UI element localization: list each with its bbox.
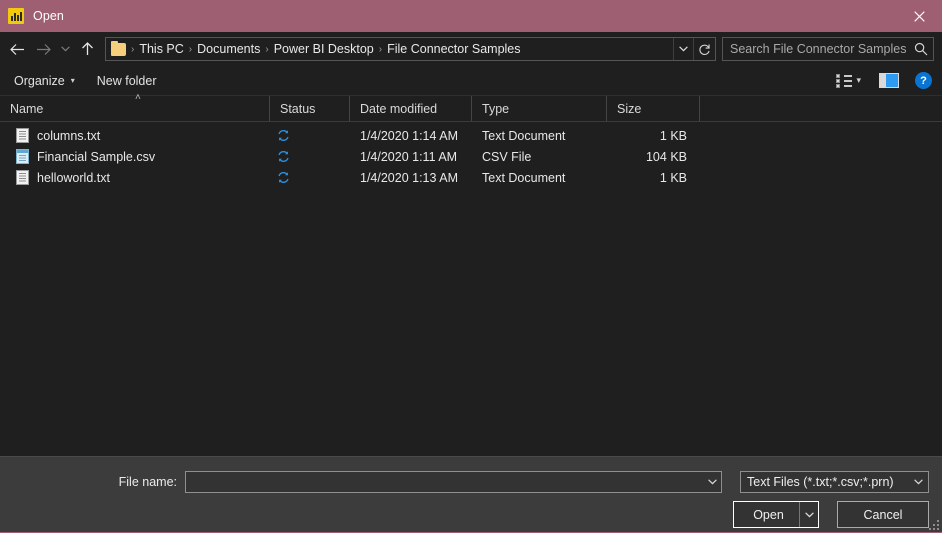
column-header-type-label: Type [482,101,510,116]
file-status-cell [270,171,350,184]
close-icon [913,10,925,22]
column-header-size-label: Size [617,101,642,116]
csv-file-icon [16,149,29,164]
address-dropdown-button[interactable] [673,38,693,60]
file-name-cell[interactable]: helloworld.txt [0,170,270,185]
chevron-down-icon [804,511,814,517]
search-glyph-icon [914,42,928,56]
chevron-down-icon: ▾ [856,75,861,85]
file-size-cell: 1 KB [659,170,687,185]
address-bar[interactable]: › This PC › Documents › Power BI Desktop… [105,37,716,61]
open-button-label: Open [753,507,784,522]
column-header-date-label: Date modified [360,101,438,116]
search-icon[interactable] [909,38,933,60]
sync-pending-icon [278,130,289,141]
file-name-label: columns.txt [37,128,101,143]
refresh-button[interactable] [693,38,715,60]
column-header-name[interactable]: Name ˄ [0,92,270,121]
folder-icon [111,40,126,56]
preview-pane-right [886,74,898,87]
file-name-label: helloworld.txt [37,170,110,185]
open-split-dropdown-button[interactable] [799,502,818,527]
file-type-filter-combobox[interactable]: Text Files (*.txt;*.csv;*.prn) [740,471,929,493]
chevron-down-icon [707,479,717,485]
column-header-status-label: Status [280,101,316,116]
power-bi-icon [8,8,24,24]
file-name-cell[interactable]: columns.txt [0,128,270,143]
file-type-filter-dropdown-button[interactable] [908,479,928,485]
file-type-filter-value: Text Files (*.txt;*.csv;*.prn) [747,475,894,489]
organize-label: Organize [14,73,65,88]
search-input[interactable] [723,42,909,56]
text-file-icon [16,128,29,143]
chevron-down-icon [60,46,70,52]
title-bar: Open [0,0,942,32]
column-header-size[interactable]: Size [607,96,700,121]
file-size-cell: 104 KB [645,149,687,164]
filename-dropdown-button[interactable] [703,472,721,492]
chevron-down-icon [913,479,923,485]
file-status-cell [270,129,350,142]
view-options-icon [835,73,853,89]
sync-pending-icon [278,172,289,183]
file-date-cell: 1/4/2020 1:11 AM [360,149,458,164]
new-folder-button[interactable]: New folder [97,74,157,88]
resize-grip[interactable] [927,518,939,530]
file-status-cell [270,150,350,163]
window-title: Open [33,9,64,23]
file-type-cell: Text Document [482,128,566,143]
command-bar: Organize ▾ New folder ▾ ? [0,66,942,96]
filename-label: File name: [118,475,177,489]
file-type-cell: Text Document [482,170,566,185]
sync-pending-icon [278,151,289,162]
file-date-cell: 1/4/2020 1:13 AM [360,170,458,185]
dialog-buttons: Open Cancel [733,501,929,528]
file-date-cell: 1/4/2020 1:14 AM [360,128,458,143]
arrow-up-icon [81,42,93,55]
file-name-label: Financial Sample.csv [37,149,156,164]
chevron-down-icon [679,46,688,52]
column-headers: Name ˄ Status Date modified Type Size [0,92,942,122]
open-file-dialog: Open › This PC › Documents › Power BI De… [0,0,942,533]
navigation-bar: › This PC › Documents › Power BI Desktop… [0,32,942,66]
column-header-date-modified[interactable]: Date modified [350,96,472,121]
breadcrumb-item-power-bi-desktop[interactable]: Power BI Desktop [270,42,378,56]
close-button[interactable] [896,0,942,32]
chevron-down-icon: ▾ [70,76,75,85]
refresh-icon [699,43,710,55]
column-header-status[interactable]: Status [270,96,350,121]
recent-locations-button[interactable] [56,36,74,62]
back-button[interactable] [4,36,30,62]
preview-pane-icon[interactable] [879,73,899,88]
sort-ascending-icon: ˄ [135,92,141,103]
file-list[interactable]: columns.txt 1/4/2020 1:14 AM Text Docume… [0,122,942,456]
organize-button[interactable]: Organize ▾ [14,74,75,88]
column-header-type[interactable]: Type [472,96,607,121]
table-row[interactable]: columns.txt 1/4/2020 1:14 AM Text Docume… [0,125,942,146]
breadcrumb-item-file-connector-samples[interactable]: File Connector Samples [383,42,524,56]
filename-input[interactable] [186,472,703,492]
filename-combobox[interactable] [185,471,722,493]
forward-button[interactable] [30,36,56,62]
cancel-button[interactable]: Cancel [837,501,929,528]
up-button[interactable] [74,36,100,62]
breadcrumb-item-this-pc[interactable]: This PC [135,42,187,56]
table-row[interactable]: helloworld.txt 1/4/2020 1:13 AM Text Doc… [0,167,942,188]
dialog-footer: File name: Text Files (*.txt;*.csv;*.prn… [0,456,942,532]
new-folder-label: New folder [96,73,157,88]
arrow-right-icon [36,43,51,55]
text-file-icon [16,170,29,185]
file-size-cell: 1 KB [659,128,687,143]
column-header-name-label: Name [10,101,44,116]
help-icon[interactable]: ? [915,72,932,89]
arrow-left-icon [9,43,24,55]
file-name-cell[interactable]: Financial Sample.csv [0,149,270,164]
view-options-button[interactable]: ▾ [835,73,861,89]
table-row[interactable]: Financial Sample.csv 1/4/2020 1:11 AM CS… [0,146,942,167]
breadcrumb-item-documents[interactable]: Documents [193,42,264,56]
search-box[interactable] [722,37,934,61]
file-type-cell: CSV File [482,149,532,164]
open-button[interactable]: Open [733,501,819,528]
